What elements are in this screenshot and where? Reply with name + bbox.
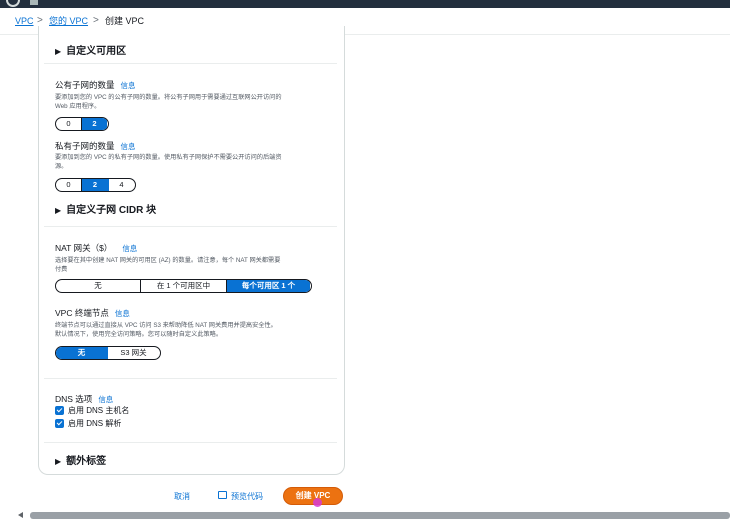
private-subnets-segmented-control[interactable]: 0 2 4: [55, 178, 136, 192]
public-subnets-label: 公有子网的数量 信息: [55, 80, 136, 90]
top-navigation-bar: [0, 0, 730, 8]
enable-dns-hostnames-label: 启用 DNS 主机名: [68, 406, 130, 415]
breadcrumb-vpc[interactable]: VPC: [15, 8, 34, 34]
nat-gateways-description: 选择要在其中创建 NAT 网关的可用区 (AZ) 的数量。请注意，每个 NAT …: [55, 257, 281, 273]
nat-option-one-az[interactable]: 在 1 个可用区中: [141, 280, 227, 292]
nat-option-none[interactable]: 无: [56, 280, 141, 292]
private-subnets-label: 私有子网的数量 信息: [55, 141, 136, 151]
dns-options-info-link[interactable]: 信息: [98, 395, 113, 404]
cancel-button[interactable]: 取消: [174, 491, 190, 502]
custom-az-expander[interactable]: ▶ 自定义可用区: [55, 42, 126, 57]
private-subnets-option-0[interactable]: 0: [56, 179, 82, 191]
private-subnets-option-2[interactable]: 2: [82, 179, 109, 191]
vpc-endpoints-label: VPC 终端节点 信息: [55, 308, 130, 318]
public-subnets-info-link[interactable]: 信息: [121, 81, 136, 90]
custom-cidr-expander[interactable]: ▶ 自定义子网 CIDR 块: [55, 201, 156, 216]
public-subnets-description: 要添加到您的 VPC 的公有子网的数量。将公有子网用于需要通过互联网公开访问的 …: [55, 94, 282, 110]
additional-tags-expander[interactable]: ▶ 额外标签: [55, 452, 106, 467]
endpoints-option-s3-gateway[interactable]: S3 网关: [108, 347, 159, 359]
divider: [44, 378, 337, 379]
vpc-endpoints-segmented-control[interactable]: 无 S3 网关: [55, 346, 161, 360]
horizontal-scrollbar[interactable]: [30, 512, 730, 519]
public-subnets-segmented-control[interactable]: 0 2: [55, 117, 109, 131]
aws-logo-icon[interactable]: [6, 0, 20, 7]
private-subnets-description: 要添加到您的 VPC 的私有子网的数量。使用私有子网保护不需要公开访问的后端资 …: [55, 154, 282, 170]
caret-right-icon: ▶: [55, 47, 62, 56]
mouse-cursor-icon: [313, 498, 322, 507]
services-menu-icon[interactable]: [30, 0, 38, 5]
nat-gateways-info-link[interactable]: 信息: [122, 244, 137, 253]
enable-dns-resolution-checkbox[interactable]: [55, 419, 64, 428]
enable-dns-resolution-label: 启用 DNS 解析: [68, 419, 122, 428]
vpc-endpoints-description: 终端节点可以通过直接从 VPC 访问 S3 来帮助降低 NAT 网关费用并提高安…: [55, 322, 277, 338]
scroll-left-arrow-icon[interactable]: [18, 512, 23, 518]
vpc-endpoints-info-link[interactable]: 信息: [115, 309, 130, 318]
private-subnets-info-link[interactable]: 信息: [121, 142, 136, 151]
enable-dns-hostnames-checkbox[interactable]: [55, 406, 64, 415]
public-subnets-option-2[interactable]: 2: [82, 118, 107, 130]
private-subnets-option-4[interactable]: 4: [109, 179, 134, 191]
endpoints-option-none[interactable]: 无: [56, 347, 108, 359]
nat-gateways-label: NAT 网关（$） 信息: [55, 243, 138, 253]
public-subnets-option-0[interactable]: 0: [56, 118, 82, 130]
nat-option-per-az[interactable]: 每个可用区 1 个: [227, 280, 310, 292]
preview-code-icon: [218, 491, 227, 499]
preview-code-button[interactable]: 预览代码: [231, 491, 263, 502]
dns-options-label: DNS 选项 信息: [55, 394, 114, 404]
caret-right-icon: ▶: [55, 206, 62, 215]
divider: [44, 63, 337, 64]
divider: [44, 442, 337, 443]
divider: [44, 226, 337, 227]
caret-right-icon: ▶: [55, 457, 62, 466]
nat-gateways-segmented-control[interactable]: 无 在 1 个可用区中 每个可用区 1 个: [55, 279, 312, 293]
